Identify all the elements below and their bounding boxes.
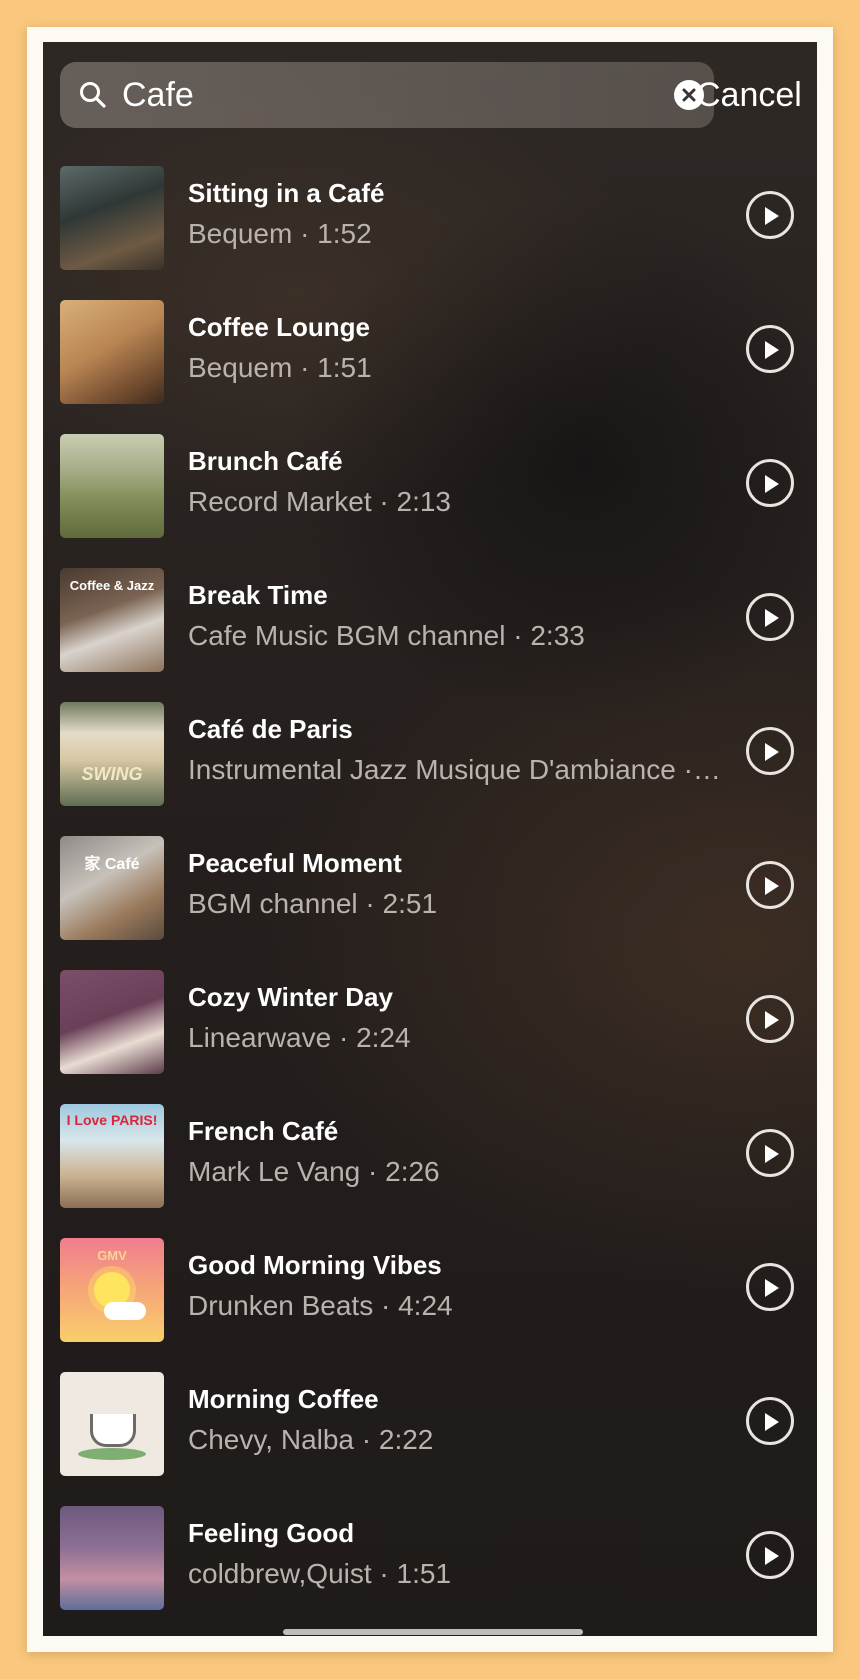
list-item[interactable]: Sitting in a Café Bequem · 1:52: [43, 162, 817, 296]
list-item[interactable]: Coffee Lounge Bequem · 1:51: [43, 296, 817, 430]
track-title: Peaceful Moment: [188, 848, 402, 878]
music-search-screen: Cafe Cancel Sitting in a Café Bequem · 1…: [43, 42, 817, 1636]
album-art: [60, 970, 164, 1074]
home-indicator: [283, 1629, 583, 1635]
play-icon[interactable]: [746, 1397, 794, 1445]
cancel-button[interactable]: Cancel: [696, 75, 802, 115]
track-title: Sitting in a Café: [188, 178, 385, 208]
album-art: [60, 434, 164, 538]
play-icon[interactable]: [746, 727, 794, 775]
cloud-icon: [104, 1302, 146, 1320]
list-item[interactable]: Brunch Café Record Market · 2:13: [43, 430, 817, 564]
album-art-text: Coffee & Jazz: [69, 578, 155, 593]
list-item[interactable]: I Love PARIS! French Café Mark Le Vang ·…: [43, 1100, 817, 1234]
track-subtitle: Cafe Music BGM channel · 2:33: [188, 620, 585, 651]
track-subtitle: Bequem · 1:51: [188, 352, 372, 383]
saucer: [78, 1448, 146, 1460]
track-title: Cozy Winter Day: [188, 982, 393, 1012]
track-subtitle: Chevy, Nalba · 2:22: [188, 1424, 434, 1455]
track-title: Feeling Good: [188, 1518, 355, 1548]
album-art-text: GMV: [97, 1248, 127, 1263]
album-art: [60, 1506, 164, 1610]
list-item[interactable]: Morning Coffee Chevy, Nalba · 2:22: [43, 1368, 817, 1502]
track-title: French Café: [188, 1116, 339, 1146]
album-art: I Love PARIS!: [60, 1104, 164, 1208]
track-subtitle: Instrumental Jazz Musique D'ambiance · 2…: [188, 754, 728, 785]
track-subtitle: Drunken Beats · 4:24: [188, 1290, 453, 1321]
track-title: Morning Coffee: [188, 1384, 379, 1414]
track-title: Break Time: [188, 580, 328, 610]
track-title: Coffee Lounge: [188, 312, 370, 342]
album-art: [60, 1372, 164, 1476]
list-item[interactable]: Cozy Winter Day Linearwave · 2:24: [43, 966, 817, 1100]
track-subtitle: Mark Le Vang · 2:26: [188, 1156, 440, 1187]
album-art-text: 家 Café: [84, 856, 140, 873]
play-icon[interactable]: [746, 1263, 794, 1311]
track-subtitle: Linearwave · 2:24: [188, 1022, 411, 1053]
list-item[interactable]: 家 Café Peaceful Moment BGM channel · 2:5…: [43, 832, 817, 966]
list-item[interactable]: Feeling Good coldbrew,Quist · 1:51: [43, 1502, 817, 1636]
album-art-text: SWING: [81, 764, 143, 784]
album-art: SWING: [60, 702, 164, 806]
track-title: Good Morning Vibes: [188, 1250, 442, 1280]
search-input[interactable]: Cafe: [122, 75, 194, 115]
coffee-cup-icon: [90, 1414, 136, 1447]
play-icon[interactable]: [746, 861, 794, 909]
list-item[interactable]: SWING Café de Paris Instrumental Jazz Mu…: [43, 698, 817, 832]
track-subtitle: coldbrew,Quist · 1:51: [188, 1558, 452, 1589]
play-icon[interactable]: [746, 1531, 794, 1579]
play-icon[interactable]: [746, 459, 794, 507]
play-icon[interactable]: [746, 995, 794, 1043]
play-icon[interactable]: [746, 325, 794, 373]
album-art: [60, 300, 164, 404]
search-bar[interactable]: Cafe: [60, 62, 714, 128]
list-item[interactable]: GMV Good Morning Vibes Drunken Beats · 4…: [43, 1234, 817, 1368]
album-art: [60, 166, 164, 270]
search-icon: [78, 80, 108, 110]
track-subtitle: BGM channel · 2:51: [188, 888, 438, 919]
track-title: Café de Paris: [188, 714, 353, 744]
album-art: 家 Café: [60, 836, 164, 940]
list-item[interactable]: Coffee & Jazz Break Time Cafe Music BGM …: [43, 564, 817, 698]
album-art: GMV: [60, 1238, 164, 1342]
play-icon[interactable]: [746, 191, 794, 239]
album-art-text: I Love PARIS!: [66, 1112, 158, 1128]
track-title: Brunch Café: [188, 446, 343, 476]
play-icon[interactable]: [746, 593, 794, 641]
track-subtitle: Record Market · 2:13: [188, 486, 451, 517]
album-art: Coffee & Jazz: [60, 568, 164, 672]
play-icon[interactable]: [746, 1129, 794, 1177]
track-subtitle: Bequem · 1:52: [188, 218, 372, 249]
